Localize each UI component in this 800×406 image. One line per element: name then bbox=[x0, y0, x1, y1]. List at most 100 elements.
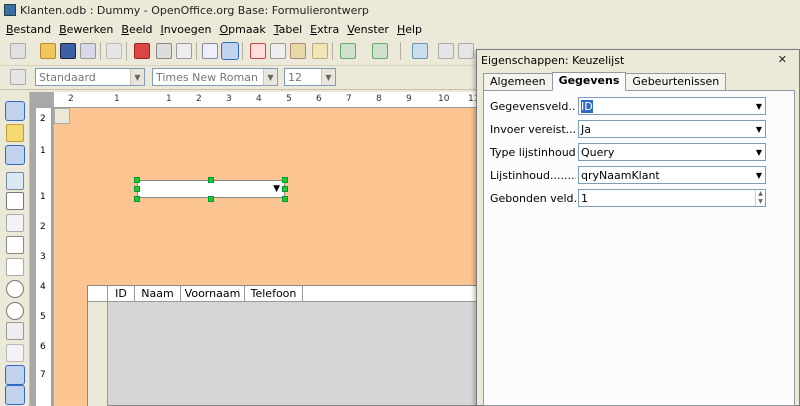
chevron-down-icon[interactable]: ▼ bbox=[130, 69, 144, 85]
new-document-icon[interactable] bbox=[10, 43, 26, 59]
tab-algemeen[interactable]: Algemeen bbox=[483, 73, 553, 90]
show-draw-functions-icon[interactable] bbox=[458, 43, 474, 59]
invoer-vereist-select[interactable]: Ja ▼ bbox=[578, 120, 766, 138]
ruler-mark: 2 bbox=[40, 114, 46, 124]
checkbox-icon[interactable] bbox=[6, 192, 24, 210]
form-navigator-icon[interactable] bbox=[5, 385, 25, 405]
tab-gebeurtenissen[interactable]: Gebeurtenissen bbox=[625, 73, 727, 90]
paragraph-style-value: Standaard bbox=[39, 70, 96, 84]
dialog-tabs: Algemeen Gegevens Gebeurtenissen bbox=[483, 72, 727, 91]
export-pdf-icon[interactable] bbox=[134, 43, 150, 59]
align-right-icon[interactable] bbox=[436, 69, 452, 85]
resize-handle[interactable] bbox=[282, 177, 288, 183]
gebonden-veld-spinner[interactable]: 1 ▲ ▼ bbox=[578, 189, 766, 207]
chevron-down-icon[interactable]: ▼ bbox=[753, 144, 765, 160]
ruler-mark: 7 bbox=[346, 94, 352, 104]
column-header[interactable]: Telefoon bbox=[245, 286, 303, 301]
italic-icon[interactable] bbox=[344, 69, 360, 85]
title-bar: Klanten.odb : Dummy - OpenOffice.org Bas… bbox=[0, 0, 800, 20]
close-icon[interactable]: ✕ bbox=[778, 53, 787, 66]
type-lijstinhoud-select[interactable]: Query ▼ bbox=[578, 143, 766, 161]
menu-extra[interactable]: Extra bbox=[306, 23, 343, 36]
justify-icon[interactable] bbox=[456, 69, 472, 85]
resize-handle[interactable] bbox=[134, 177, 140, 183]
align-left-icon[interactable] bbox=[396, 69, 412, 85]
font-size-select[interactable]: 12 ▼ bbox=[284, 68, 336, 86]
text-box-icon[interactable] bbox=[6, 236, 24, 254]
open-icon[interactable] bbox=[40, 43, 56, 59]
paste-icon[interactable] bbox=[290, 43, 306, 59]
property-row-type-lijstinhoud: Type lijstinhoud....... bbox=[490, 143, 576, 162]
spellcheck-icon[interactable] bbox=[202, 43, 218, 59]
label-field-icon[interactable] bbox=[6, 214, 24, 232]
table-header: ID Naam Voornaam Telefoon bbox=[88, 286, 478, 302]
undo-icon[interactable] bbox=[340, 43, 356, 59]
email-icon[interactable] bbox=[80, 43, 96, 59]
dialog-title: Eigenschappen: Keuzelijst bbox=[481, 53, 625, 67]
menu-bewerken[interactable]: Bewerken bbox=[55, 23, 117, 36]
resize-handle[interactable] bbox=[134, 186, 140, 192]
menu-invoegen[interactable]: Invoegen bbox=[157, 23, 216, 36]
more-controls-icon[interactable] bbox=[5, 365, 25, 385]
resize-handle[interactable] bbox=[208, 177, 214, 183]
option-button-icon[interactable] bbox=[6, 302, 24, 320]
redo-icon[interactable] bbox=[372, 43, 388, 59]
print-icon[interactable] bbox=[156, 43, 172, 59]
column-header[interactable]: Voornaam bbox=[181, 286, 245, 301]
gegevensveld-select[interactable]: ID ▼ bbox=[578, 97, 766, 115]
chevron-down-icon[interactable]: ▼ bbox=[753, 121, 765, 137]
copy-icon[interactable] bbox=[270, 43, 286, 59]
resize-handle[interactable] bbox=[282, 196, 288, 202]
combo-box-icon[interactable] bbox=[6, 322, 24, 340]
form-design-icon[interactable] bbox=[6, 172, 24, 190]
ruler-mark: 5 bbox=[286, 94, 292, 104]
table-icon[interactable] bbox=[438, 43, 454, 59]
chevron-down-icon[interactable]: ▼ bbox=[753, 98, 765, 114]
app-icon bbox=[4, 4, 16, 16]
push-button-icon[interactable] bbox=[6, 280, 24, 298]
dialog-title-bar[interactable]: Eigenschappen: Keuzelijst bbox=[477, 50, 799, 70]
table-control[interactable]: ID Naam Voornaam Telefoon bbox=[87, 285, 479, 406]
design-mode-icon[interactable] bbox=[6, 124, 24, 142]
control-wizards-icon[interactable] bbox=[5, 145, 25, 165]
align-center-icon[interactable] bbox=[416, 69, 432, 85]
select-pointer-icon[interactable] bbox=[5, 101, 25, 121]
chevron-down-icon[interactable]: ▼ bbox=[263, 69, 277, 85]
resize-handle[interactable] bbox=[282, 186, 288, 192]
paragraph-style-select[interactable]: Standaard ▼ bbox=[35, 68, 145, 86]
property-row-lijstinhoud: Lijstinhoud............... bbox=[490, 166, 576, 185]
chevron-down-icon[interactable]: ▼ bbox=[753, 167, 765, 183]
resize-handle[interactable] bbox=[208, 196, 214, 202]
row-selector[interactable] bbox=[88, 302, 108, 406]
lijstinhoud-select[interactable]: qryNaamKlant ▼ bbox=[578, 166, 766, 184]
font-name-select[interactable]: Times New Roman ▼ bbox=[152, 68, 278, 86]
menu-beeld[interactable]: Beeld bbox=[117, 23, 156, 36]
text-field-icon[interactable] bbox=[6, 344, 24, 362]
underline-icon[interactable] bbox=[366, 69, 382, 85]
menu-venster[interactable]: Venster bbox=[343, 23, 393, 36]
column-header[interactable]: ID bbox=[108, 286, 135, 301]
spinner-arrows-icon[interactable]: ▲ ▼ bbox=[755, 190, 765, 206]
resize-handle[interactable] bbox=[134, 196, 140, 202]
invoer-vereist-value: Ja bbox=[581, 122, 591, 136]
page-preview-icon[interactable] bbox=[176, 43, 192, 59]
menu-opmaak[interactable]: Opmaak bbox=[215, 23, 269, 36]
ruler-mark: 1 bbox=[40, 192, 46, 202]
menu-help[interactable]: Help bbox=[393, 23, 426, 36]
property-label: Gegevensveld......... bbox=[490, 100, 576, 113]
format-paintbrush-icon[interactable] bbox=[312, 43, 328, 59]
list-box-icon[interactable] bbox=[6, 258, 24, 276]
edit-file-icon[interactable] bbox=[106, 43, 122, 59]
column-header[interactable]: Naam bbox=[135, 286, 181, 301]
tab-gegevens[interactable]: Gegevens bbox=[551, 72, 627, 91]
autospellcheck-icon[interactable] bbox=[221, 42, 239, 60]
styles-icon[interactable] bbox=[10, 69, 26, 85]
ruler-mark: 1 bbox=[114, 94, 120, 104]
cut-icon[interactable] bbox=[250, 43, 266, 59]
chevron-down-icon[interactable]: ▼ bbox=[321, 69, 335, 85]
menu-tabel[interactable]: Tabel bbox=[270, 23, 306, 36]
menu-bestand[interactable]: Bestand bbox=[2, 23, 55, 36]
hyperlink-icon[interactable] bbox=[412, 43, 428, 59]
property-label: Type lijstinhoud....... bbox=[490, 146, 576, 159]
save-icon[interactable] bbox=[60, 43, 76, 59]
